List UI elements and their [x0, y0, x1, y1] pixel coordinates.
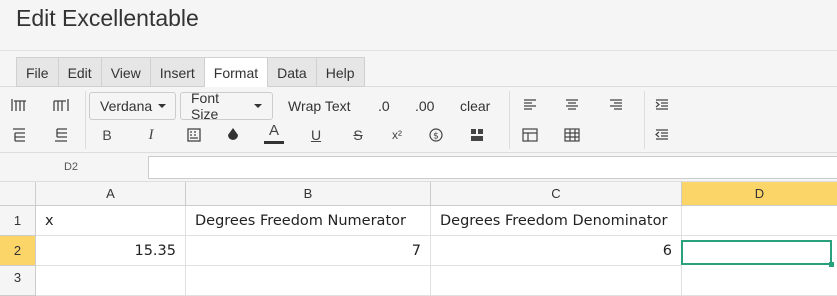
- decimal-one-button[interactable]: .0: [378, 96, 390, 116]
- font-size-dropdown[interactable]: Font Size: [180, 90, 273, 122]
- cell-b2[interactable]: 7: [186, 236, 431, 266]
- underline-button[interactable]: U: [306, 125, 326, 145]
- page-title: Edit Excellentable: [16, 5, 199, 31]
- chevron-down-icon: [158, 104, 167, 108]
- menu-help[interactable]: Help: [315, 57, 365, 87]
- formula-bar: D2: [0, 153, 837, 182]
- menu-format[interactable]: Format: [203, 57, 268, 88]
- insert-column-left-icon[interactable]: [8, 95, 30, 115]
- menu-bar: File Edit View Insert Format Data Help: [0, 51, 837, 88]
- insert-row-above-icon[interactable]: [8, 125, 30, 145]
- indent-increase-icon[interactable]: [652, 95, 672, 115]
- cell-a1[interactable]: x: [36, 206, 186, 236]
- column-header-c[interactable]: C: [431, 182, 682, 206]
- menu-view[interactable]: View: [100, 57, 150, 87]
- strikethrough-button[interactable]: S: [348, 125, 368, 145]
- formula-input[interactable]: [148, 156, 837, 179]
- app-window: Edit Excellentable File Edit View Insert…: [0, 0, 837, 296]
- menu-insert[interactable]: Insert: [149, 57, 204, 87]
- format-toolbar: Verdana Font Size Wrap Text .0 .00 clear…: [0, 87, 837, 153]
- cell-b1[interactable]: Degrees Freedom Numerator: [186, 206, 431, 236]
- text-color-button[interactable]: A: [263, 121, 285, 145]
- cell-c1[interactable]: Degrees Freedom Denominator: [431, 206, 682, 236]
- cell-d2-selected[interactable]: [681, 240, 832, 265]
- fill-pattern-icon[interactable]: [184, 125, 204, 145]
- superscript-button[interactable]: x²: [386, 125, 408, 145]
- title-bar: Edit Excellentable: [0, 0, 837, 51]
- toolbar-divider: [85, 91, 86, 149]
- font-family-dropdown[interactable]: Verdana: [89, 92, 176, 120]
- select-all-corner[interactable]: [0, 182, 36, 206]
- menu-edit[interactable]: Edit: [57, 57, 101, 87]
- toolbar-divider: [644, 91, 645, 149]
- align-center-icon[interactable]: [562, 95, 582, 115]
- wrap-text-button[interactable]: Wrap Text: [288, 96, 351, 116]
- text-color-letter: A: [268, 121, 279, 139]
- table-borders-icon[interactable]: [520, 125, 540, 145]
- cell-b3[interactable]: [186, 266, 431, 296]
- currency-icon[interactable]: $: [426, 125, 446, 145]
- column-header-a[interactable]: A: [36, 182, 186, 206]
- column-header-b[interactable]: B: [186, 182, 431, 206]
- align-right-icon[interactable]: [606, 95, 626, 115]
- insert-row-below-icon[interactable]: [50, 125, 72, 145]
- menu-file[interactable]: File: [16, 57, 58, 87]
- indent-decrease-icon[interactable]: [652, 125, 672, 145]
- italic-button[interactable]: I: [141, 125, 161, 145]
- decimal-two-button[interactable]: .00: [415, 96, 434, 116]
- font-family-value: Verdana: [100, 98, 153, 114]
- table-grid-icon[interactable]: [562, 125, 582, 145]
- align-left-icon[interactable]: [520, 95, 540, 115]
- fill-color-drop-icon[interactable]: [223, 125, 243, 145]
- spreadsheet-grid: A B C D 1 2 3 x Degrees Freedom Numerato…: [0, 182, 837, 296]
- merge-cells-icon[interactable]: [467, 125, 487, 145]
- clear-format-button[interactable]: clear: [460, 96, 490, 116]
- cell-d3[interactable]: [682, 266, 837, 296]
- menu-data[interactable]: Data: [267, 57, 316, 87]
- column-header-d[interactable]: D: [682, 182, 837, 206]
- toolbar-divider: [509, 91, 510, 149]
- insert-column-right-icon[interactable]: [50, 95, 72, 115]
- font-size-value: Font Size: [191, 90, 220, 122]
- svg-text:$: $: [433, 132, 439, 142]
- cell-a2[interactable]: 15.35: [36, 236, 186, 266]
- row-header-2[interactable]: 2: [0, 236, 36, 266]
- row-header-1[interactable]: 1: [0, 206, 36, 236]
- bold-button[interactable]: B: [97, 125, 117, 145]
- cell-d1[interactable]: [682, 206, 837, 236]
- row-header-3[interactable]: 3: [0, 266, 36, 296]
- cell-a3[interactable]: [36, 266, 186, 296]
- chevron-down-icon: [254, 104, 262, 108]
- cell-c2[interactable]: 6: [431, 236, 682, 266]
- text-color-swatch: [264, 140, 284, 144]
- cell-reference[interactable]: D2: [0, 156, 142, 178]
- cell-c3[interactable]: [431, 266, 682, 296]
